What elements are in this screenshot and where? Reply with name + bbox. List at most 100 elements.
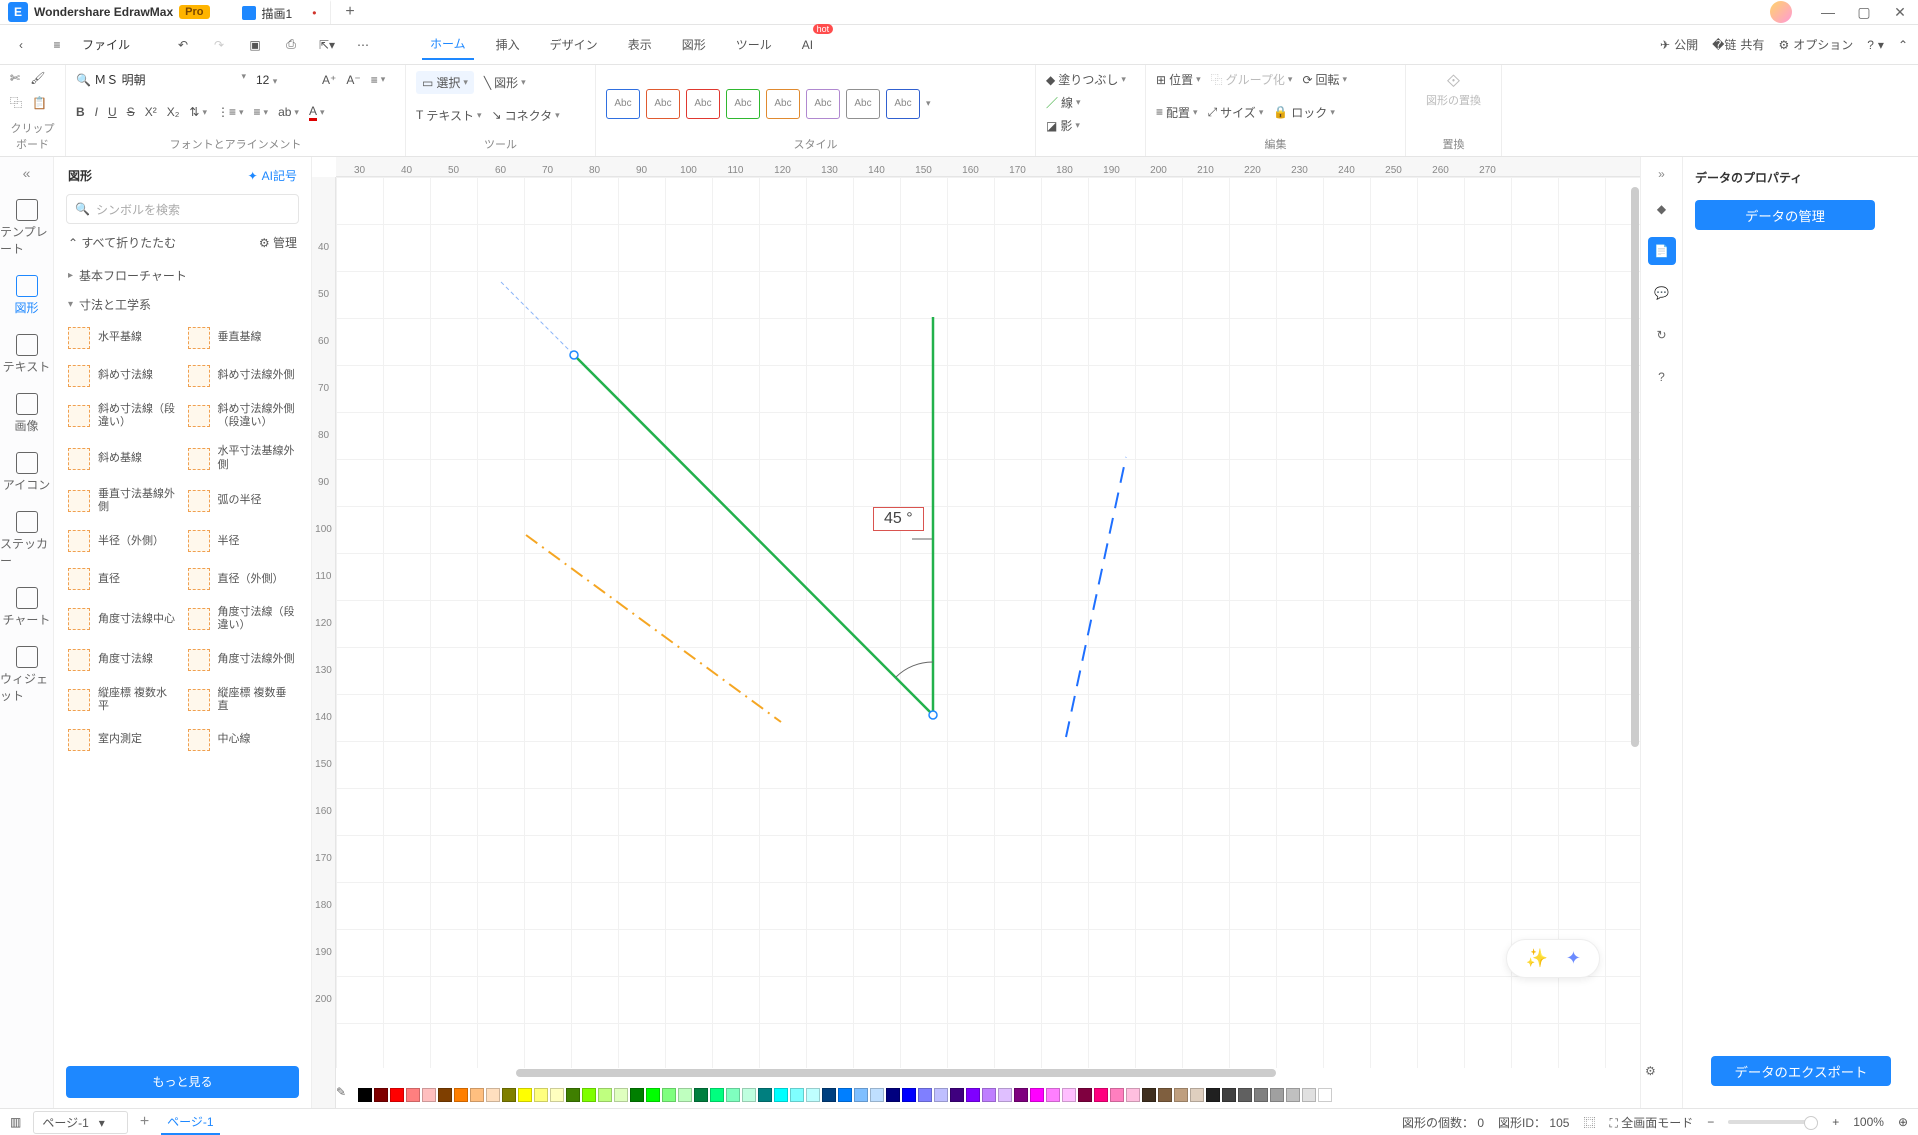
- zoom-in-button[interactable]: +: [1832, 1115, 1839, 1129]
- menu-view[interactable]: 表示: [620, 30, 660, 59]
- color-swatch[interactable]: [966, 1088, 980, 1102]
- undo-button[interactable]: ↶: [172, 34, 194, 56]
- shape-tool[interactable]: ╲ 図形 ▾: [484, 74, 526, 91]
- share-button[interactable]: �链 共有: [1712, 36, 1764, 53]
- zoom-reset-icon[interactable]: ⊕: [1898, 1115, 1908, 1129]
- color-swatch[interactable]: [998, 1088, 1012, 1102]
- decrease-font[interactable]: A⁻: [346, 73, 360, 87]
- color-swatch[interactable]: [1094, 1088, 1108, 1102]
- zoom-out-button[interactable]: −: [1707, 1115, 1714, 1129]
- shape-item[interactable]: 斜め寸法線外側（段違い）: [186, 399, 300, 433]
- category-dimension[interactable]: 寸法と工学系: [66, 290, 299, 319]
- color-swatch[interactable]: [870, 1088, 884, 1102]
- rail-help-icon[interactable]: ?: [1648, 363, 1676, 391]
- hamburger-icon[interactable]: ≡: [46, 34, 68, 56]
- window-minimize[interactable]: —: [1810, 4, 1846, 20]
- font-size-select[interactable]: 12 ▾: [256, 73, 312, 87]
- bullet-list[interactable]: ⋮≡▾: [217, 105, 244, 119]
- shape-item[interactable]: 半径（外側）: [66, 526, 180, 556]
- color-swatch[interactable]: [1302, 1088, 1316, 1102]
- color-swatch[interactable]: [1222, 1088, 1236, 1102]
- color-swatch[interactable]: [1206, 1088, 1220, 1102]
- fullscreen-button[interactable]: ⛶ 全画面モード: [1609, 1114, 1693, 1131]
- color-swatch[interactable]: [982, 1088, 996, 1102]
- subscript-button[interactable]: X₂: [167, 105, 180, 119]
- rail-icon[interactable]: アイコン: [0, 446, 53, 499]
- shape-item[interactable]: 弧の半径: [186, 484, 300, 518]
- magic-wand-icon[interactable]: ✨: [1525, 948, 1547, 969]
- shape-item[interactable]: 直径（外側）: [186, 564, 300, 594]
- shape-item[interactable]: 直径: [66, 564, 180, 594]
- collapse-right-icon[interactable]: »: [1658, 167, 1665, 181]
- format-painter[interactable]: 🖌: [30, 71, 45, 85]
- color-swatch[interactable]: [1078, 1088, 1092, 1102]
- manage-button[interactable]: ⚙ 管理: [259, 234, 297, 251]
- symbol-search[interactable]: 🔍 シンボルを検索: [66, 194, 299, 224]
- color-swatch[interactable]: [902, 1088, 916, 1102]
- select-tool[interactable]: ▭ 選択 ▾: [416, 71, 474, 94]
- color-swatch[interactable]: [1158, 1088, 1172, 1102]
- add-page-button[interactable]: +: [140, 1113, 149, 1131]
- back-button[interactable]: ‹: [10, 34, 32, 56]
- color-swatch[interactable]: [790, 1088, 804, 1102]
- color-swatch[interactable]: [950, 1088, 964, 1102]
- menu-ai[interactable]: AIhot: [794, 32, 821, 58]
- style-preset-4[interactable]: Abc: [726, 89, 760, 119]
- rail-history-icon[interactable]: ↻: [1648, 321, 1676, 349]
- color-swatch[interactable]: [710, 1088, 724, 1102]
- color-swatch[interactable]: [454, 1088, 468, 1102]
- save-button[interactable]: ▣: [244, 34, 266, 56]
- color-swatch[interactable]: [582, 1088, 596, 1102]
- color-swatch[interactable]: [1142, 1088, 1156, 1102]
- shape-item[interactable]: 半径: [186, 526, 300, 556]
- align-para[interactable]: ≡▾: [371, 73, 386, 87]
- rail-sticker[interactable]: ステッカー: [0, 505, 53, 575]
- color-swatch[interactable]: [678, 1088, 692, 1102]
- color-swatch[interactable]: [1238, 1088, 1252, 1102]
- color-swatch[interactable]: [822, 1088, 836, 1102]
- color-swatch[interactable]: [1174, 1088, 1188, 1102]
- rail-text[interactable]: テキスト: [0, 328, 53, 381]
- shape-item[interactable]: 中心線: [186, 725, 300, 755]
- style-preset-7[interactable]: Abc: [846, 89, 880, 119]
- line-button[interactable]: ／ 線 ▾: [1046, 94, 1135, 111]
- style-preset-8[interactable]: Abc: [886, 89, 920, 119]
- text-case[interactable]: ab▾: [278, 105, 299, 119]
- color-swatch[interactable]: [838, 1088, 852, 1102]
- more-button[interactable]: ⋯: [352, 34, 374, 56]
- manage-data-button[interactable]: データの管理: [1695, 200, 1875, 230]
- file-menu[interactable]: ファイル: [82, 36, 130, 53]
- color-swatch[interactable]: [1254, 1088, 1268, 1102]
- size-button[interactable]: ⤢ サイズ ▾: [1208, 104, 1264, 121]
- style-preset-1[interactable]: Abc: [606, 89, 640, 119]
- font-name-select[interactable]: 🔍 ＭＳ 明朝 ▾: [76, 71, 246, 88]
- color-swatch[interactable]: [390, 1088, 404, 1102]
- font-color[interactable]: A▾: [309, 104, 325, 121]
- menu-insert[interactable]: 挿入: [488, 30, 528, 59]
- color-swatch[interactable]: [1030, 1088, 1044, 1102]
- shape-item[interactable]: 斜め寸法線外側: [186, 361, 300, 391]
- connector-tool[interactable]: ↘ コネクタ ▾: [492, 107, 560, 124]
- color-swatch[interactable]: [918, 1088, 932, 1102]
- style-preset-2[interactable]: Abc: [646, 89, 680, 119]
- scrollbar-horizontal[interactable]: [336, 1068, 1624, 1078]
- fold-all-button[interactable]: ⌃ すべて折りたたむ: [68, 234, 176, 251]
- fit-page-icon[interactable]: ⿴: [1583, 1114, 1595, 1131]
- superscript-button[interactable]: X²: [145, 105, 157, 119]
- color-swatch[interactable]: [934, 1088, 948, 1102]
- rail-image[interactable]: 画像: [0, 387, 53, 440]
- color-swatch[interactable]: [662, 1088, 676, 1102]
- shape-item[interactable]: 垂直基線: [186, 323, 300, 353]
- rail-template[interactable]: テンプレート: [0, 193, 53, 263]
- color-swatch[interactable]: [758, 1088, 772, 1102]
- number-list[interactable]: ≡▾: [254, 105, 269, 119]
- italic-button[interactable]: I: [95, 105, 98, 119]
- lock-button[interactable]: 🔒 ロック ▾: [1273, 104, 1335, 121]
- text-tool[interactable]: T テキスト ▾: [416, 107, 482, 124]
- menu-design[interactable]: デザイン: [542, 30, 606, 59]
- window-close[interactable]: ✕: [1882, 4, 1918, 21]
- bold-button[interactable]: B: [76, 105, 85, 119]
- cut-button[interactable]: ✄: [10, 71, 20, 85]
- color-swatch[interactable]: [566, 1088, 580, 1102]
- publish-button[interactable]: ✈ 公開: [1660, 36, 1698, 53]
